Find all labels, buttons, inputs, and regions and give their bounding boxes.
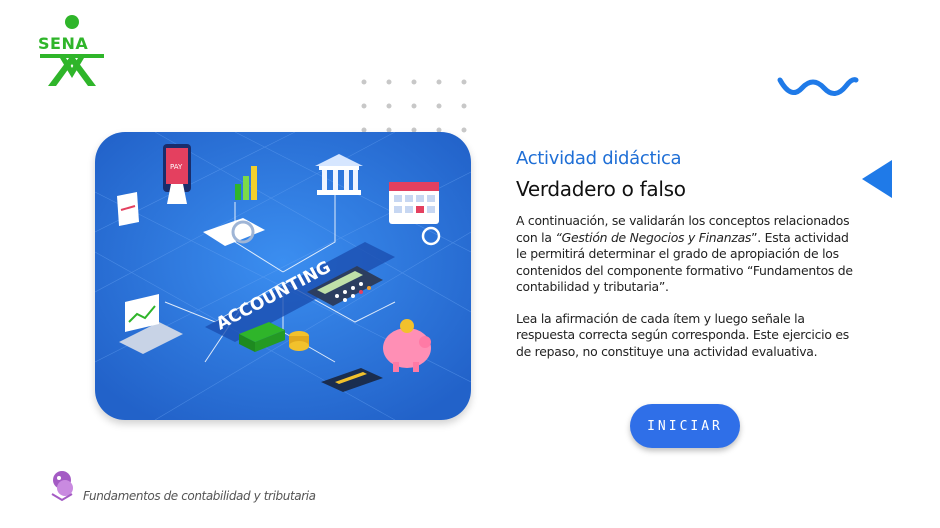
start-button[interactable]: INICIAR [630,404,740,448]
course-name: Fundamentos de contabilidad y tributaria [83,489,316,503]
description-paragraph: A continuación, se validarán los concept… [516,213,856,296]
dot-grid-decoration [361,79,467,133]
footer-mascot-icon [51,471,73,502]
pay-label: PAY [170,163,183,171]
instructions-paragraph: Lea la afirmación de cada ítem y luego s… [516,310,849,359]
activity-title: Verdadero o falso [516,177,686,201]
accounting-isometric-image: ACCOUNTING PAY [95,132,471,420]
triangle-left-icon[interactable] [860,158,894,200]
accounting-illustration: ACCOUNTING PAY [95,132,471,420]
wave-decoration-icon [777,77,859,96]
activity-content: Actividad didáctica Verdadero o falso A … [516,148,856,375]
activity-subtitle: Actividad didáctica [516,148,682,169]
logo-text: SENA [38,34,89,53]
description-emphasis: “Gestión de Negocios y Finanzas [555,229,752,245]
